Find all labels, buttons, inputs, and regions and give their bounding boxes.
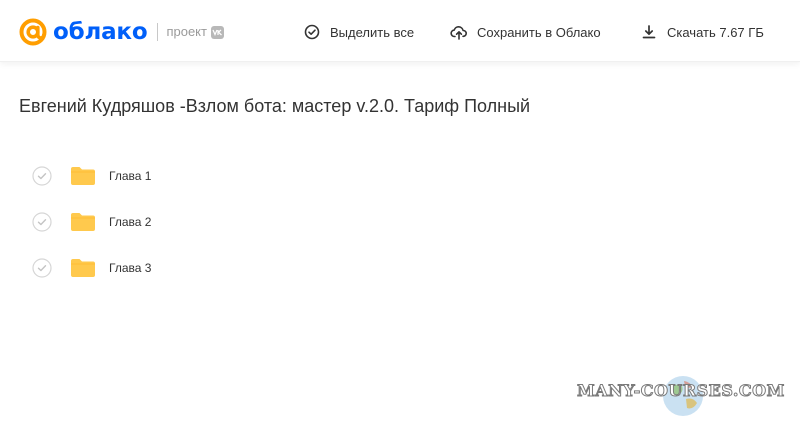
logo-text: облако [53,19,148,45]
vk-icon [210,25,224,39]
select-all-label: Выделить все [330,24,415,40]
page-title: Евгений Кудряшов -Взлом бота: мастер v.2… [19,96,531,116]
download-label: Скачать 7.67 ГБ [667,24,764,40]
header-bar: облако проект Выделить все Сохранить в О… [0,0,800,62]
select-checkbox[interactable] [32,166,52,186]
site-watermark: MANY-COURSES.COM [577,381,785,401]
folder-name[interactable]: Глава 1 [109,169,151,183]
cloud-upload-icon [450,26,467,40]
logo-divider [157,23,159,41]
cloud-logo[interactable]: облако проект [18,16,224,48]
select-checkbox[interactable] [32,212,52,232]
download-icon [642,25,656,39]
check-circle-icon [304,24,320,40]
folder-row[interactable]: Глава 3 [32,256,151,280]
folder-row[interactable]: Глава 2 [32,210,151,234]
at-sign-icon [19,18,47,46]
folder-icon [71,259,95,277]
folder-icon [71,167,95,185]
select-checkbox[interactable] [32,258,52,278]
folder-name[interactable]: Глава 3 [109,261,151,275]
folder-icon [71,213,95,231]
folder-name[interactable]: Глава 2 [109,215,151,229]
download-button[interactable]: Скачать 7.67 ГБ [640,22,764,42]
project-label: проект [166,24,207,39]
save-to-cloud-button[interactable]: Сохранить в Облако [450,22,601,42]
save-to-cloud-label: Сохранить в Облако [477,24,601,40]
select-all-button[interactable]: Выделить все [303,22,414,42]
folder-row[interactable]: Глава 1 [32,164,151,188]
